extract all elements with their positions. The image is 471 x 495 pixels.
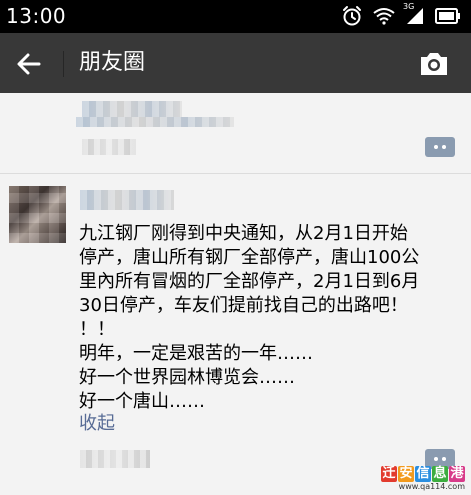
- status-time: 13:00: [6, 4, 67, 28]
- battery-icon: [435, 7, 461, 25]
- post-text-line: 明年，一定是艰苦的一年……: [79, 343, 313, 364]
- status-icons: 3G: [341, 2, 461, 27]
- app-bar: 朋友圈: [0, 33, 471, 93]
- watermark-char: 港: [449, 466, 465, 482]
- camera-icon: [421, 53, 447, 75]
- previous-post-blurred-text-2: [76, 117, 234, 127]
- watermark-logo: 迁 安 信 息 港: [381, 466, 465, 482]
- watermark-char: 迁: [381, 466, 397, 482]
- alarm-icon: [341, 5, 363, 27]
- previous-post-comment-button[interactable]: [425, 137, 455, 157]
- previous-post-blurred-text: [82, 101, 182, 117]
- watermark-char: 息: [432, 466, 448, 482]
- app-bar-divider: [63, 51, 64, 77]
- status-bar: 13:00 3G: [0, 0, 471, 33]
- post-text: 九江钢厂刚得到中央通知，从2月1日开始 停产，唐山所有钢厂全部停产，唐山100公…: [79, 222, 459, 414]
- camera-button[interactable]: [419, 50, 449, 77]
- post-text-line: 好一个唐山……: [79, 391, 205, 412]
- watermark: 迁 安 信 息 港 www.qa114.com: [381, 466, 465, 492]
- watermark-char: 信: [415, 466, 431, 482]
- arrow-left-icon: [17, 53, 41, 75]
- post-text-line: 30日停产，车友们提前找自己的出路吧！: [79, 295, 408, 316]
- network-type-label: 3G: [403, 2, 415, 11]
- previous-post-blurred-time: [82, 139, 136, 155]
- post-text-line: ！！: [79, 319, 115, 340]
- post-text-line: 里內所有冒烟的厂全部停产，2月1日到6月: [79, 271, 420, 292]
- watermark-char: 安: [398, 466, 414, 482]
- collapse-link[interactable]: 收起: [79, 412, 115, 436]
- avatar[interactable]: [9, 186, 66, 243]
- post-text-line: 好一个世界园林博览会……: [79, 367, 295, 388]
- post-time-blurred: [80, 450, 150, 468]
- back-button[interactable]: [14, 49, 44, 79]
- wifi-icon: [373, 7, 395, 25]
- moments-feed[interactable]: 九江钢厂刚得到中央通知，从2月1日开始 停产，唐山所有钢厂全部停产，唐山100公…: [0, 93, 471, 495]
- watermark-url: www.qa114.com: [398, 482, 465, 491]
- post-text-line: 九江钢厂刚得到中央通知，从2月1日开始: [79, 223, 408, 244]
- poster-name-blurred: [80, 190, 174, 210]
- page-title: 朋友圈: [79, 50, 146, 75]
- post-divider: [0, 173, 471, 174]
- post-text-line: 停产，唐山所有钢厂全部停产，唐山100公: [79, 247, 420, 268]
- signal-icon: 3G: [403, 2, 425, 25]
